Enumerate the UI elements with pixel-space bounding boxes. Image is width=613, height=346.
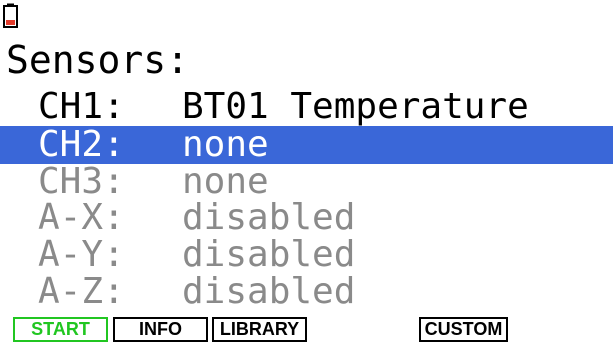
battery-low-icon <box>3 3 18 28</box>
library-softkey[interactable]: LIBRARY <box>212 317 307 342</box>
channel-label: A-Y: <box>38 236 125 274</box>
channel-value: BT01 Temperature <box>182 88 529 126</box>
channel-label: CH2: <box>38 126 125 164</box>
channel-label: A-Z: <box>38 273 125 311</box>
softkey-bar: START INFO LIBRARY CUSTOM <box>0 313 613 346</box>
channel-value: none <box>182 126 269 164</box>
channel-value: none <box>182 163 269 201</box>
channel-value: disabled <box>182 273 356 311</box>
channel-row-ch1[interactable]: CH1: BT01 Temperature <box>0 88 613 126</box>
channel-value: disabled <box>182 236 356 274</box>
sensors-heading: Sensors: <box>6 38 190 82</box>
custom-softkey[interactable]: CUSTOM <box>419 317 508 342</box>
channel-row-ch3[interactable]: CH3: none <box>0 163 613 201</box>
channel-row-ch2[interactable]: CH2: none <box>0 126 613 164</box>
channel-value: disabled <box>182 199 356 237</box>
info-softkey[interactable]: INFO <box>113 317 208 342</box>
calculator-screen: Sensors: CH1: BT01 Temperature CH2: none… <box>0 0 613 346</box>
start-softkey[interactable]: START <box>13 317 108 342</box>
channel-row-ay[interactable]: A-Y: disabled <box>0 236 613 274</box>
channel-row-ax[interactable]: A-X: disabled <box>0 199 613 237</box>
channel-label: CH1: <box>38 88 125 126</box>
channel-row-az[interactable]: A-Z: disabled <box>0 273 613 311</box>
channel-label: CH3: <box>38 163 125 201</box>
channel-label: A-X: <box>38 199 125 237</box>
